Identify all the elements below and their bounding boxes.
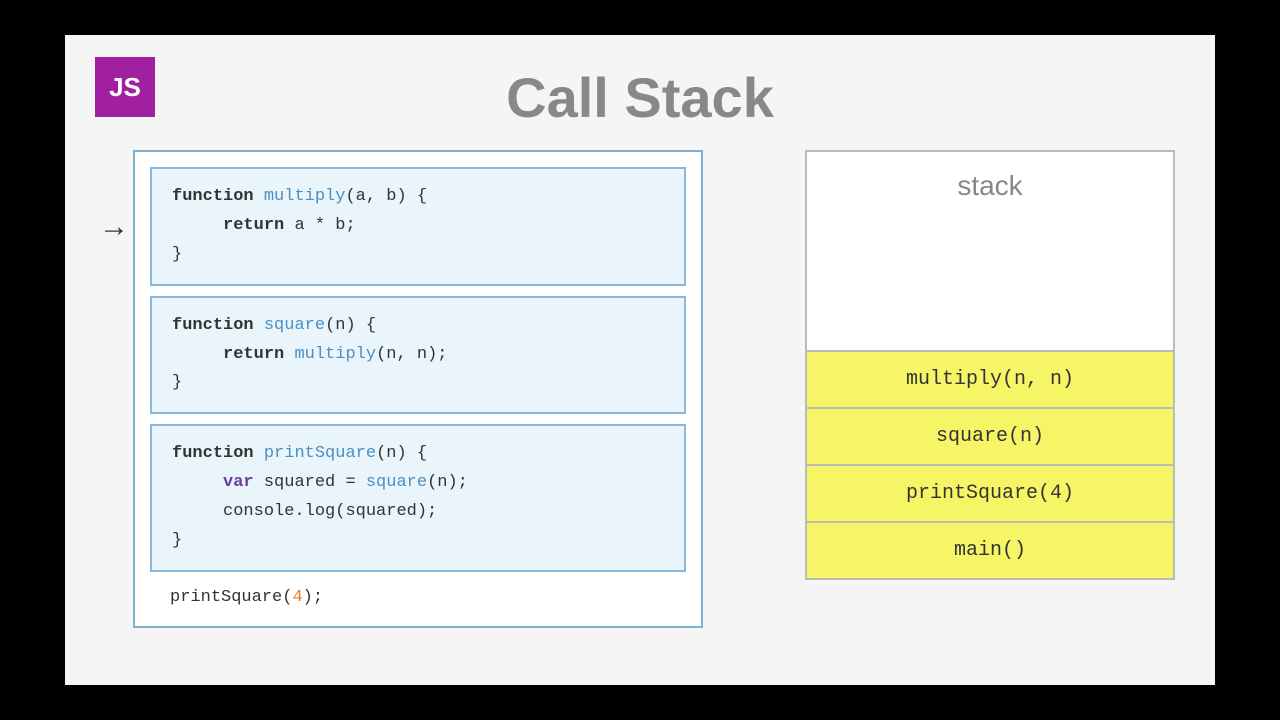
stack-item-multiply: multiply(n, n) <box>807 350 1173 407</box>
code-outer-box: function multiply(a, b) { return a * b; … <box>133 150 703 628</box>
stack-item-main: main() <box>807 521 1173 578</box>
code-line: function printSquare(n) { <box>172 440 664 469</box>
code-line: } <box>172 527 664 556</box>
code-line: } <box>172 369 664 398</box>
code-block-1: function multiply(a, b) { return a * b; … <box>150 167 686 286</box>
code-line: return a * b; <box>172 212 664 241</box>
stack-items: multiply(n, n) square(n) printSquare(4) … <box>807 350 1173 578</box>
js-logo: JS <box>95 57 155 117</box>
slide-title: Call Stack <box>506 65 774 130</box>
code-line: console.log(squared); <box>172 498 664 527</box>
code-line: return multiply(n, n); <box>172 341 664 370</box>
stack-item-square: square(n) <box>807 407 1173 464</box>
stack-section: stack multiply(n, n) square(n) printSqua… <box>805 150 1175 580</box>
code-line: var squared = square(n); <box>172 469 664 498</box>
code-line: } <box>172 241 664 270</box>
stack-title: stack <box>807 152 1173 281</box>
code-block-2: function square(n) { return multiply(n, … <box>150 296 686 415</box>
bottom-call: printSquare(4); <box>150 582 686 611</box>
js-logo-text: JS <box>109 72 141 103</box>
arrow-container: → <box>105 150 123 246</box>
slide: JS Call Stack → function multiply(a, b) … <box>65 35 1215 685</box>
content-area: → function multiply(a, b) { return a * b… <box>105 150 1175 665</box>
code-line: function square(n) { <box>172 312 664 341</box>
arrow-icon: → <box>105 212 123 246</box>
stack-item-printSquare: printSquare(4) <box>807 464 1173 521</box>
code-section: → function multiply(a, b) { return a * b… <box>105 150 703 628</box>
code-block-3: function printSquare(n) { var squared = … <box>150 424 686 572</box>
code-line: function multiply(a, b) { <box>172 183 664 212</box>
stack-spacer <box>807 281 1173 350</box>
